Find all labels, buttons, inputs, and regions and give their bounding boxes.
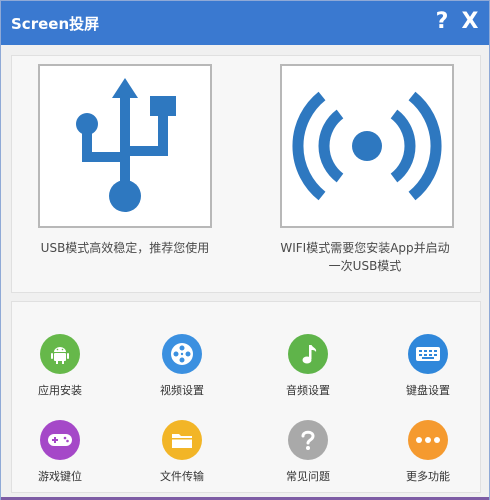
usb-mode-button[interactable] (38, 64, 212, 228)
tool-audio-settings[interactable]: 音频设置 (258, 334, 358, 404)
film-reel-icon (171, 343, 193, 365)
tool-file-transfer[interactable]: 文件传输 (132, 420, 232, 490)
wifi-caption-line-2: 一次USB模式 (328, 259, 402, 273)
music-note-icon (302, 345, 317, 364)
tool-label: 视频设置 (160, 384, 204, 397)
tool-app-install[interactable]: 应用安装 (10, 334, 110, 404)
tool-video-settings[interactable]: 视频设置 (132, 334, 232, 404)
wifi-mode-caption: WIFI模式需要您安装App并启动 一次USB模式 (252, 239, 478, 275)
help-button[interactable]: ? (431, 7, 453, 37)
tool-faq[interactable]: 常见问题 (258, 420, 358, 490)
usb-icon (76, 78, 176, 212)
close-button[interactable]: X (459, 7, 481, 37)
tool-more[interactable]: 更多功能 (378, 420, 478, 490)
tools-panel: 应用安装 视频设置 音频设置 键盘设置 游戏键位 文件传输 常见问题 更多功能 (11, 301, 481, 493)
tool-label: 更多功能 (406, 470, 450, 483)
folder-icon (172, 434, 192, 448)
tool-label: 游戏键位 (38, 470, 82, 483)
more-dots-icon (416, 437, 440, 443)
wifi-mode-button[interactable] (280, 64, 454, 228)
tool-label: 应用安装 (38, 384, 82, 397)
title-actions: ? X (431, 7, 481, 37)
window-title: Screen投屏 (11, 14, 100, 33)
android-icon (51, 347, 69, 364)
keyboard-icon (416, 347, 440, 361)
tool-label: 常见问题 (286, 470, 330, 483)
wifi-caption-line-1: WIFI模式需要您安装App并启动 (280, 241, 450, 255)
tool-keyboard-settings[interactable]: 键盘设置 (378, 334, 478, 404)
tool-game-keys[interactable]: 游戏键位 (10, 420, 110, 490)
usb-mode-caption: USB模式高效稳定，推荐您使用 (40, 241, 210, 255)
app-window: Screen投屏 ? X USB模式高效稳定，推荐您使用 WIFI模式需要您安装… (0, 0, 490, 500)
gamepad-icon (48, 434, 72, 446)
connection-mode-panel: USB模式高效稳定，推荐您使用 WIFI模式需要您安装App并启动 一次USB模… (11, 55, 481, 293)
tool-label: 键盘设置 (406, 384, 450, 397)
title-bar: Screen投屏 ? X (1, 1, 489, 45)
wifi-broadcast-icon (292, 91, 442, 201)
tool-label: 文件传输 (160, 470, 204, 483)
question-icon (301, 430, 315, 450)
tool-label: 音频设置 (286, 384, 330, 397)
